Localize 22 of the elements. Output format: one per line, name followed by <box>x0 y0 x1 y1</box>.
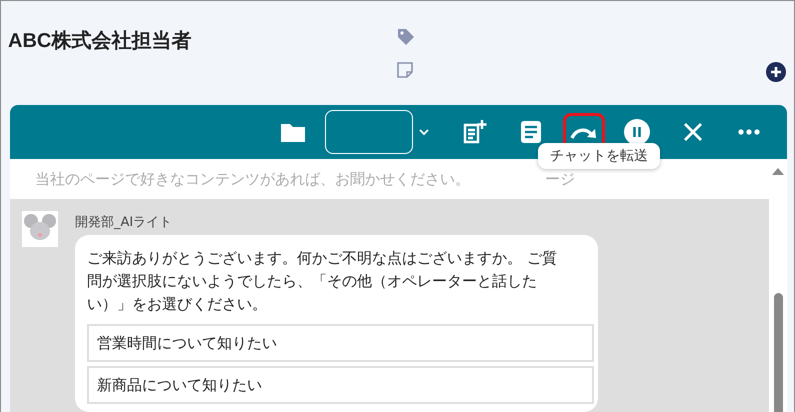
note-add-icon <box>462 119 488 145</box>
scroll-up-icon[interactable] <box>772 167 784 175</box>
option-button[interactable]: 新商品について知りたい <box>87 366 594 404</box>
previous-message-fragment: ージ <box>545 170 575 188</box>
tag-icon[interactable] <box>396 27 416 47</box>
add-icon[interactable] <box>766 62 786 82</box>
message-text: ご来訪ありがとうございます。何かご不明な点はございますか。 ご質問が選択肢にないようでしたら、「その他（オペレーターと話したい）」をお選びください。 <box>87 248 558 315</box>
option-button[interactable]: 営業時間について知りたい <box>87 324 594 362</box>
close-icon <box>683 122 703 142</box>
scrollbar-thumb[interactable] <box>774 293 782 412</box>
previous-message: 当社のページで好きなコンテンツがあれば、お聞かせください。 <box>35 170 470 188</box>
document-icon <box>520 120 542 144</box>
note-icon[interactable] <box>396 61 414 79</box>
sender-name: 開発部_AIライト <box>75 214 174 231</box>
contact-title: ABC株式会社担当者 <box>8 29 192 51</box>
select-field[interactable] <box>325 110 413 154</box>
more-icon <box>738 129 760 135</box>
chevron-icon[interactable] <box>419 128 429 136</box>
pause-icon <box>624 119 650 145</box>
folder-icon <box>280 121 306 143</box>
tooltip: チャットを転送 <box>538 143 660 169</box>
avatar-icon <box>22 211 58 247</box>
